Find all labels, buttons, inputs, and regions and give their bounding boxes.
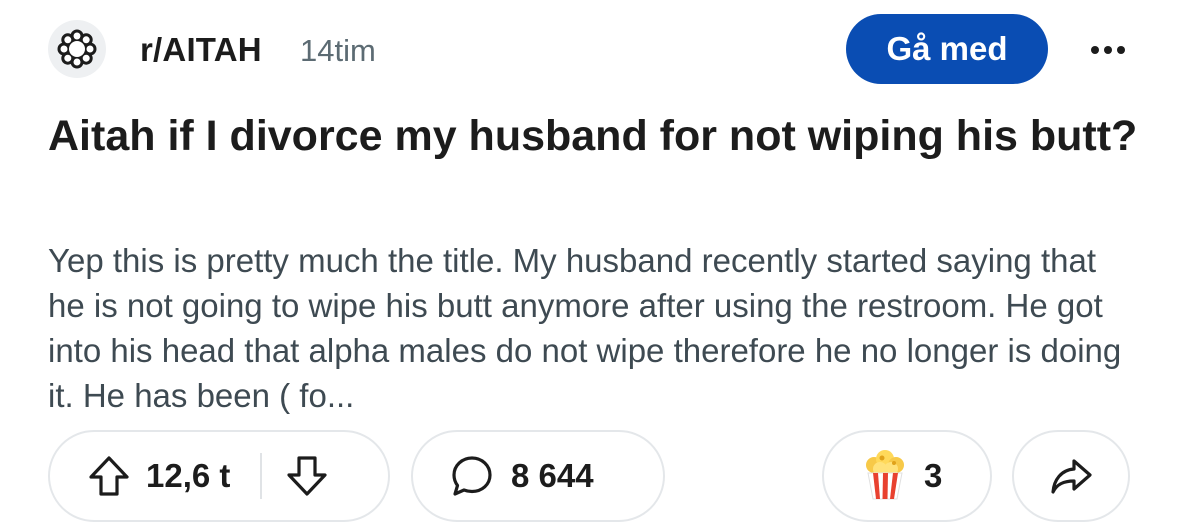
- comment-icon-wrap: [449, 453, 495, 499]
- vote-count: 12,6 t: [146, 457, 231, 494]
- share-icon-wrap: [1048, 453, 1094, 499]
- post-title[interactable]: Aitah if I divorce my husband for not wi…: [48, 108, 1138, 164]
- comments-button[interactable]: 8 644: [411, 430, 665, 522]
- subreddit-avatar[interactable]: [48, 20, 106, 78]
- join-button[interactable]: Gå med: [846, 14, 1048, 84]
- upvote-button[interactable]: [86, 453, 132, 499]
- downvote-button[interactable]: [284, 453, 330, 499]
- share-button[interactable]: [1012, 430, 1130, 522]
- vote-divider: [260, 453, 263, 499]
- subreddit-flower-icon: [57, 29, 97, 69]
- post-header: r/AITAH 14tim Gå med: [48, 14, 1138, 84]
- upvote-arrow-icon: [89, 456, 129, 496]
- vote-bar: 12,6 t: [48, 430, 390, 522]
- share-arrow-icon: [1051, 459, 1092, 494]
- popcorn-icon: [866, 450, 904, 500]
- post-body[interactable]: Yep this is pretty much the title. My hu…: [48, 238, 1138, 418]
- post-time: 14tim: [300, 33, 376, 68]
- subreddit-name[interactable]: r/AITAH: [140, 31, 262, 69]
- downvote-arrow-icon: [287, 456, 327, 496]
- more-dots-icon: [1089, 41, 1128, 59]
- more-options-button[interactable]: [1078, 30, 1138, 70]
- award-icon-wrap: [860, 449, 910, 503]
- comment-bubble-icon: [452, 456, 492, 496]
- award-count: 3: [924, 457, 943, 494]
- comment-count: 8 644: [511, 457, 594, 494]
- award-button[interactable]: 3: [822, 430, 992, 522]
